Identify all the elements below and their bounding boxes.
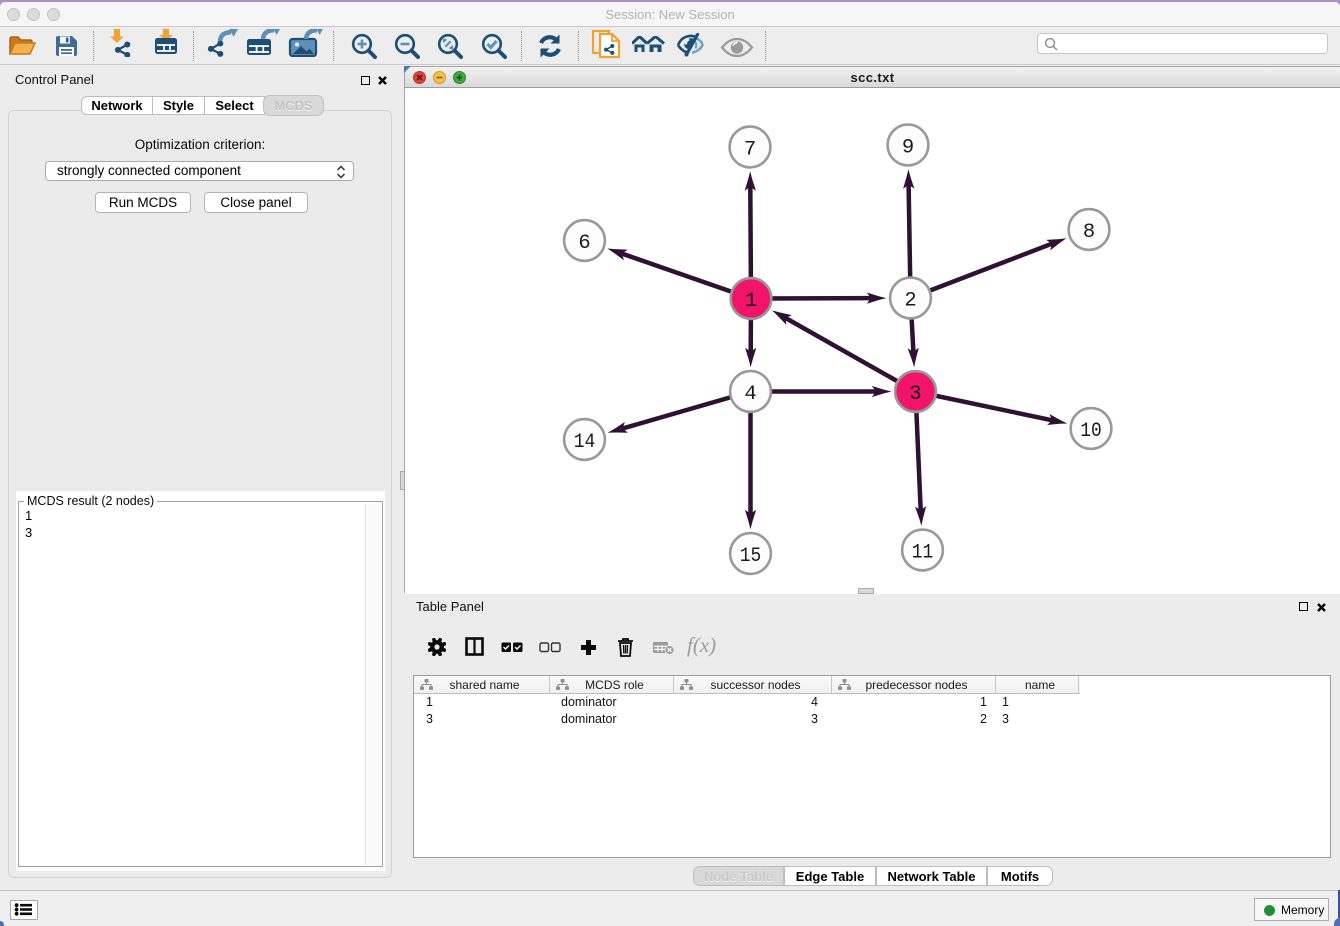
svg-text:1: 1: [745, 290, 757, 313]
svg-text:2: 2: [904, 289, 916, 312]
svg-text:9: 9: [902, 136, 914, 159]
svg-text:6: 6: [578, 232, 590, 255]
svg-text:8: 8: [1083, 221, 1095, 244]
svg-text:14: 14: [574, 431, 596, 454]
svg-text:10: 10: [1080, 420, 1102, 443]
svg-text:11: 11: [912, 541, 934, 564]
svg-text:15: 15: [740, 545, 762, 568]
svg-text:3: 3: [909, 383, 921, 406]
svg-text:4: 4: [744, 383, 756, 406]
svg-text:7: 7: [744, 138, 756, 161]
